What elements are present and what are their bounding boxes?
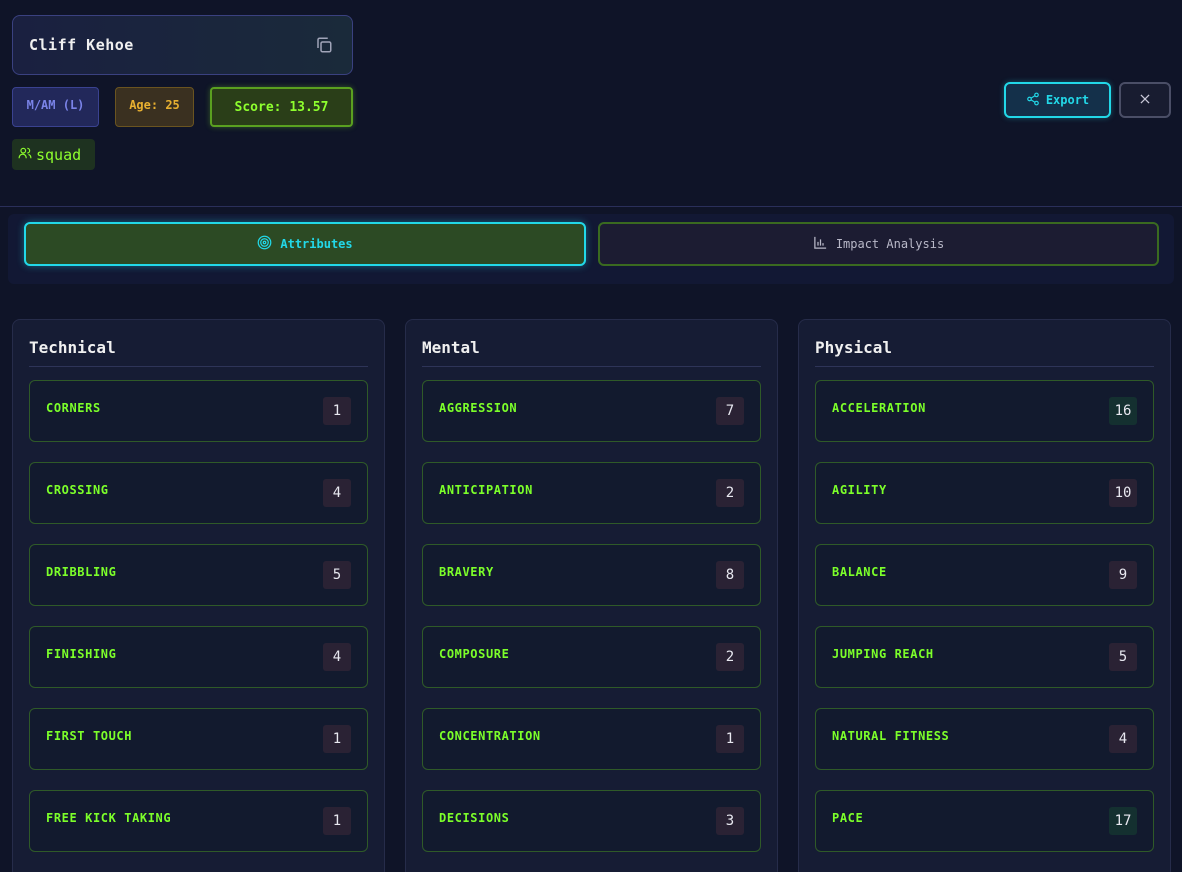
attribute-value: 3 bbox=[716, 807, 744, 835]
attribute-label: DECISIONS bbox=[439, 811, 510, 825]
attribute-value: 1 bbox=[323, 397, 351, 425]
position-badge: M/AM (L) bbox=[12, 87, 99, 127]
attribute-label: FIRST TOUCH bbox=[46, 729, 133, 743]
squad-tag[interactable]: squad bbox=[12, 139, 95, 170]
attribute-label: ANTICIPATION bbox=[439, 483, 533, 497]
export-label: Export bbox=[1045, 93, 1090, 107]
tab-impact-analysis[interactable]: Impact Analysis bbox=[598, 222, 1159, 266]
column-divider bbox=[29, 366, 368, 367]
attribute-row[interactable]: DRIBBLING 5 bbox=[29, 544, 368, 606]
header-divider bbox=[0, 206, 1182, 207]
bar-chart-icon bbox=[813, 235, 828, 253]
attribute-row[interactable]: BALANCE 9 bbox=[815, 544, 1154, 606]
attribute-row[interactable]: NATURAL FITNESS 4 bbox=[815, 708, 1154, 770]
column-title: Physical bbox=[815, 338, 893, 357]
attribute-value: 4 bbox=[323, 479, 351, 507]
attribute-label: CROSSING bbox=[46, 483, 109, 497]
attribute-row[interactable]: ACCELERATION 16 bbox=[815, 380, 1154, 442]
attribute-row[interactable]: ANTICIPATION 2 bbox=[422, 462, 761, 524]
mental-column: Mental AGGRESSION 7 ANTICIPATION 2 BRAVE… bbox=[405, 319, 778, 872]
attribute-row[interactable]: BRAVERY 8 bbox=[422, 544, 761, 606]
attribute-label: DRIBBLING bbox=[46, 565, 117, 579]
attribute-label: FINISHING bbox=[46, 647, 117, 661]
attribute-value: 1 bbox=[323, 725, 351, 753]
attribute-row[interactable]: DECISIONS 3 bbox=[422, 790, 761, 852]
attribute-label: CORNERS bbox=[46, 401, 101, 415]
export-button[interactable]: Export bbox=[1004, 82, 1111, 118]
attribute-value: 1 bbox=[716, 725, 744, 753]
attribute-row[interactable]: FIRST TOUCH 1 bbox=[29, 708, 368, 770]
tab-impact-analysis-label: Impact Analysis bbox=[835, 237, 945, 251]
attribute-value: 8 bbox=[716, 561, 744, 589]
player-detail-panel: Cliff Kehoe M/AM (L) Age: 25 Score: 13.5… bbox=[0, 0, 1182, 872]
attribute-label: COMPOSURE bbox=[439, 647, 510, 661]
score-badge: Score: 13.57 bbox=[210, 87, 353, 127]
technical-column: Technical CORNERS 1 CROSSING 4 DRIBBLING… bbox=[12, 319, 385, 872]
attribute-row[interactable]: CROSSING 4 bbox=[29, 462, 368, 524]
column-divider bbox=[815, 366, 1154, 367]
player-name: Cliff Kehoe bbox=[29, 36, 134, 54]
attribute-label: BALANCE bbox=[832, 565, 887, 579]
attribute-value: 4 bbox=[323, 643, 351, 671]
attribute-label: FREE KICK TAKING bbox=[46, 811, 172, 825]
attribute-label: BRAVERY bbox=[439, 565, 494, 579]
target-icon bbox=[257, 235, 272, 253]
attribute-row[interactable]: FINISHING 4 bbox=[29, 626, 368, 688]
attribute-label: PACE bbox=[832, 811, 864, 825]
attribute-value: 4 bbox=[1109, 725, 1137, 753]
attribute-value: 2 bbox=[716, 643, 744, 671]
copy-icon[interactable] bbox=[312, 33, 336, 57]
attribute-label: AGGRESSION bbox=[439, 401, 518, 415]
close-button[interactable] bbox=[1119, 82, 1171, 118]
attribute-row[interactable]: CONCENTRATION 1 bbox=[422, 708, 761, 770]
share-icon bbox=[1026, 92, 1040, 109]
close-icon bbox=[1138, 91, 1152, 110]
attribute-value: 16 bbox=[1109, 397, 1137, 425]
attribute-value: 5 bbox=[323, 561, 351, 589]
attribute-value: 17 bbox=[1109, 807, 1137, 835]
attribute-label: AGILITY bbox=[832, 483, 887, 497]
attribute-row[interactable]: AGILITY 10 bbox=[815, 462, 1154, 524]
attribute-row[interactable]: PACE 17 bbox=[815, 790, 1154, 852]
users-icon bbox=[18, 146, 32, 164]
attribute-label: JUMPING REACH bbox=[832, 647, 934, 661]
attribute-value: 9 bbox=[1109, 561, 1137, 589]
tab-attributes-label: Attributes bbox=[280, 237, 353, 251]
attribute-label: NATURAL FITNESS bbox=[832, 729, 950, 743]
column-divider bbox=[422, 366, 761, 367]
attribute-row[interactable]: COMPOSURE 2 bbox=[422, 626, 761, 688]
player-name-box: Cliff Kehoe bbox=[12, 15, 353, 75]
attribute-value: 2 bbox=[716, 479, 744, 507]
attribute-row[interactable]: CORNERS 1 bbox=[29, 380, 368, 442]
squad-label: squad bbox=[36, 145, 82, 164]
attribute-value: 7 bbox=[716, 397, 744, 425]
column-title: Mental bbox=[422, 338, 480, 357]
attribute-row[interactable]: AGGRESSION 7 bbox=[422, 380, 761, 442]
attribute-value: 10 bbox=[1109, 479, 1137, 507]
attribute-value: 5 bbox=[1109, 643, 1137, 671]
physical-column: Physical ACCELERATION 16 AGILITY 10 BALA… bbox=[798, 319, 1171, 872]
tab-attributes[interactable]: Attributes bbox=[24, 222, 586, 266]
age-badge: Age: 25 bbox=[115, 87, 194, 127]
attribute-value: 1 bbox=[323, 807, 351, 835]
attribute-row[interactable]: JUMPING REACH 5 bbox=[815, 626, 1154, 688]
attribute-label: CONCENTRATION bbox=[439, 729, 541, 743]
attribute-label: ACCELERATION bbox=[832, 401, 926, 415]
column-title: Technical bbox=[29, 338, 116, 357]
attribute-row[interactable]: FREE KICK TAKING 1 bbox=[29, 790, 368, 852]
